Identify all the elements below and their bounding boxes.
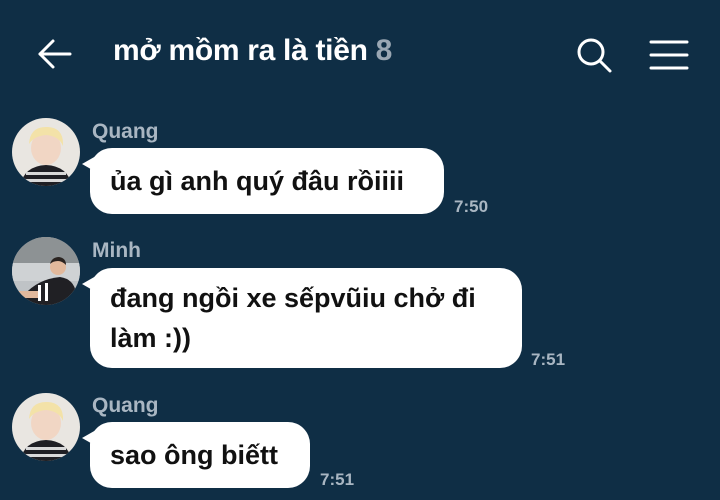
message-bubble[interactable]: ủa gì anh quý đâu rồiiii [82, 148, 444, 214]
message-text-line: đang ngồi xe sếpvũiu chở đi [110, 283, 476, 313]
menu-button[interactable] [648, 38, 690, 72]
message-time: 7:50 [454, 197, 489, 216]
message-time: 7:51 [320, 470, 355, 489]
avatar[interactable] [12, 393, 80, 461]
avatar[interactable] [12, 237, 80, 305]
arrow-left-icon [38, 39, 72, 69]
search-icon [577, 38, 612, 73]
search-button[interactable] [575, 36, 613, 74]
message-bubble[interactable]: đang ngồi xe sếpvũiu chở đi làm :)) [82, 268, 522, 368]
avatar[interactable] [12, 118, 80, 186]
member-count: 8 [375, 34, 393, 67]
message-text-line: làm :)) [110, 323, 191, 353]
sender-name: Quang [92, 394, 159, 417]
message-bubble[interactable]: sao ông biếtt [82, 422, 310, 488]
back-button[interactable] [34, 36, 74, 72]
chat-title[interactable]: mở mồm ra là tiền 8 [113, 34, 392, 68]
sender-name: Quang [92, 120, 159, 143]
message-time: 7:51 [531, 350, 566, 369]
hamburger-menu-icon [649, 40, 689, 70]
avatar-quang-image [12, 118, 80, 186]
group-name: mở mồm ra là tiền [113, 34, 368, 67]
chat-header: mở mồm ra là tiền 8 [0, 0, 720, 108]
sender-name: Minh [92, 239, 141, 262]
chat-screen: mở mồm ra là tiền 8 Quang ủa gì anh quý … [0, 0, 720, 500]
avatar-quang-image [12, 393, 80, 461]
avatar-minh-image [12, 237, 80, 305]
